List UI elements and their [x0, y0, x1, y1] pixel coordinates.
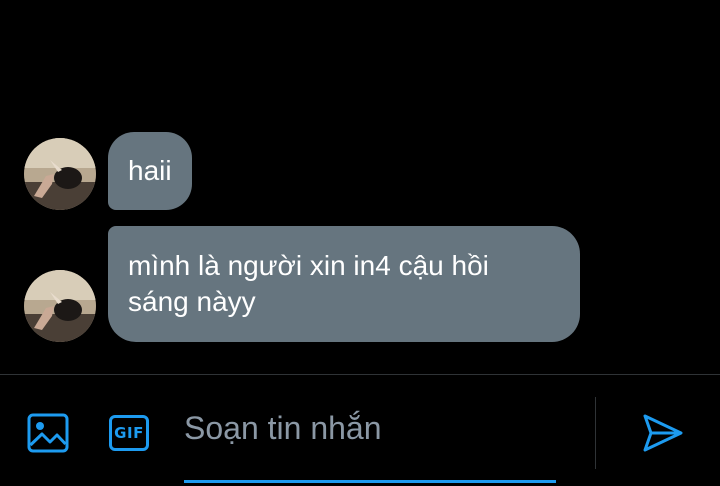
message-bubble[interactable]: mình là người xin in4 cậu hồi sáng nàyy: [108, 226, 580, 342]
add-image-button[interactable]: [26, 411, 70, 455]
message-bubble[interactable]: haii: [108, 132, 192, 210]
message-input[interactable]: [184, 405, 556, 451]
divider: [595, 397, 596, 469]
gif-icon: GIF: [109, 415, 149, 451]
conversation: haii mình là người xin in4 cậu hồi sáng …: [0, 0, 720, 374]
add-gif-button[interactable]: GIF: [106, 411, 152, 455]
send-button[interactable]: [640, 411, 686, 455]
input-underline: [184, 480, 556, 483]
send-icon: [643, 414, 683, 452]
avatar[interactable]: [24, 138, 96, 210]
message-composer: GIF: [0, 374, 720, 486]
avatar[interactable]: [24, 270, 96, 342]
image-icon: [27, 413, 69, 453]
